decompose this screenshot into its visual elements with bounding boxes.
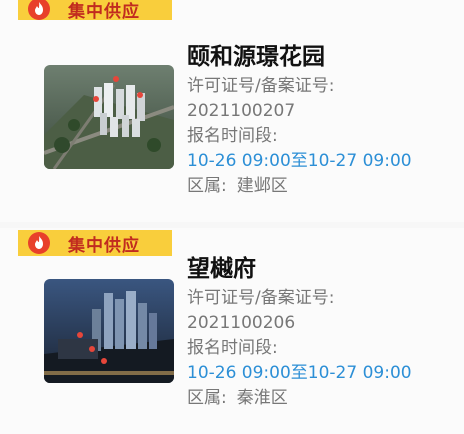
project-thumbnail[interactable] (44, 65, 174, 169)
project-list: 集中供应 颐和源璟花园 许可证号/备案证号: 2021100207 报名时间段:… (0, 0, 464, 434)
license-number: 2021100207 (187, 101, 296, 121)
district-row: 区属: 秦淮区 (187, 386, 457, 411)
period-label: 报名时间段: (187, 126, 278, 146)
period-label: 报名时间段: (187, 338, 278, 358)
district-row: 区属: 建邺区 (187, 174, 457, 199)
project-card[interactable]: 集中供应 (0, 228, 464, 434)
license-label: 许可证号/备案证号: (187, 76, 335, 96)
project-thumbnail[interactable] (44, 279, 174, 383)
project-name[interactable]: 望樾府 (187, 252, 457, 286)
supply-badge: 集中供应 (18, 0, 172, 22)
district-value: 建邺区 (236, 176, 288, 196)
district-value: 秦淮区 (236, 388, 288, 408)
period-value: 10-26 09:00至10-27 09:00 (187, 363, 412, 383)
district-label: 区属: (187, 176, 227, 196)
supply-badge: 集中供应 (18, 230, 172, 256)
badge-label: 集中供应 (68, 235, 140, 256)
project-info: 望樾府 许可证号/备案证号: 2021100206 报名时间段: 10-26 0… (187, 252, 457, 411)
district-label: 区属: (187, 388, 227, 408)
project-name[interactable]: 颐和源璟花园 (187, 40, 457, 74)
license-label: 许可证号/备案证号: (187, 288, 335, 308)
flame-icon (28, 232, 50, 254)
project-info: 颐和源璟花园 许可证号/备案证号: 2021100207 报名时间段: 10-2… (187, 40, 457, 199)
project-card[interactable]: 集中供应 (0, 0, 464, 222)
license-number: 2021100206 (187, 313, 296, 333)
badge-label: 集中供应 (68, 1, 140, 22)
period-value: 10-26 09:00至10-27 09:00 (187, 151, 412, 171)
flame-icon (28, 0, 50, 20)
